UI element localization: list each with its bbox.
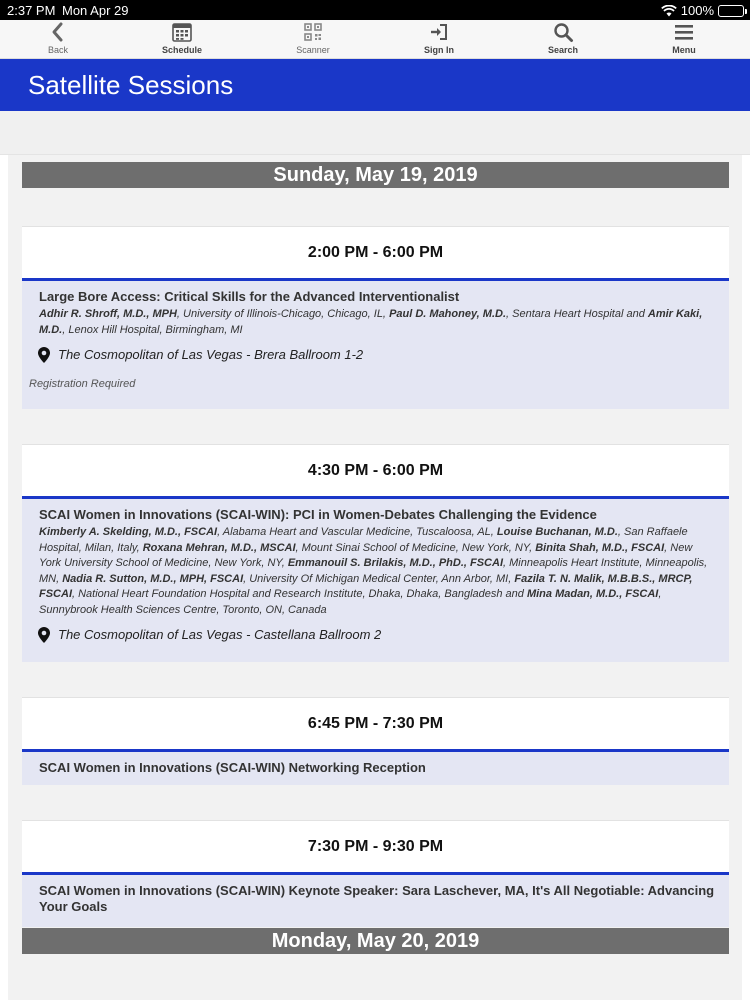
- sign-in-label: Sign In: [424, 45, 454, 55]
- session-card[interactable]: SCAI Women in Innovations (SCAI-WIN) Net…: [22, 749, 729, 785]
- scanner-label: Scanner: [296, 45, 330, 55]
- chevron-left-icon: [52, 22, 63, 42]
- session-speakers: Adhir R. Shroff, M.D., MPH, University o…: [22, 305, 729, 338]
- location-text: The Cosmopolitan of Las Vegas - Brera Ba…: [58, 347, 364, 362]
- session-card[interactable]: SCAI Women in Innovations (SCAI-WIN) Key…: [22, 872, 729, 927]
- speaker-name: Emmanouil S. Brilakis, M.D., PhD., FSCAI: [287, 557, 503, 569]
- status-time: 2:37 PM: [7, 3, 56, 18]
- location-text: The Cosmopolitan of Las Vegas - Castella…: [58, 627, 382, 642]
- sign-in-icon: [431, 24, 447, 40]
- calendar-icon: [172, 23, 192, 42]
- schedule-button[interactable]: Schedule: [142, 20, 222, 59]
- speaker-affiliation: , Lenox Hill Hospital, Birmingham, MI: [62, 323, 243, 336]
- battery-percent: 100%: [680, 3, 714, 18]
- qr-code-icon: [304, 23, 322, 41]
- session-speakers: Kimberly A. Skelding, M.D., FSCAI, Alaba…: [22, 523, 729, 618]
- session-location: The Cosmopolitan of Las Vegas - Castella…: [22, 627, 729, 643]
- map-pin-icon: [38, 347, 50, 363]
- sign-in-button[interactable]: Sign In: [399, 20, 479, 59]
- search-icon: [554, 23, 573, 42]
- time-slot-header: 2:00 PM - 6:00 PM: [22, 226, 729, 278]
- search-label: Search: [547, 45, 579, 55]
- speaker-name: Nadia R. Sutton, M.D., MPH, FSCAI: [62, 572, 244, 585]
- back-label: Back: [47, 45, 68, 55]
- schedule-label: Schedule: [161, 45, 202, 55]
- header-subbar: [0, 111, 750, 155]
- speaker-affiliation: , University of Illinois-Chicago, Chicag…: [176, 308, 390, 320]
- speaker-affiliation: , National Heart Foundation Hospital and…: [72, 588, 527, 600]
- speaker-affiliation: , Sentara Heart Hospital and: [506, 308, 648, 320]
- map-pin-icon: [38, 627, 50, 643]
- session-card[interactable]: Large Bore Access: Critical Skills for t…: [22, 278, 729, 409]
- status-bar: 2:37 PM Mon Apr 29 100%: [0, 0, 750, 20]
- toolbar: Back Schedule Scanner Sign In Search Men…: [0, 20, 750, 59]
- registration-note: Registration Required: [29, 378, 136, 390]
- speaker-affiliation: , University Of Michigan Medical Center,…: [243, 572, 515, 585]
- speaker-name: Kimberly A. Skelding, M.D., FSCAI: [39, 526, 218, 538]
- session-location: The Cosmopolitan of Las Vegas - Brera Ba…: [22, 347, 729, 363]
- speaker-name: Paul D. Mahoney, M.D.: [389, 308, 507, 320]
- speaker-name: Binita Shah, M.D., FSCAI: [535, 541, 665, 554]
- search-button[interactable]: Search: [523, 20, 603, 59]
- page-title: Satellite Sessions: [28, 70, 234, 100]
- scanner-button[interactable]: Scanner: [273, 20, 353, 59]
- time-slot-header: 7:30 PM - 9:30 PM: [22, 820, 729, 872]
- time-slot-header: 6:45 PM - 7:30 PM: [22, 697, 729, 749]
- session-title[interactable]: SCAI Women in Innovations (SCAI-WIN) Key…: [22, 875, 729, 915]
- page-header: Satellite Sessions: [0, 59, 750, 111]
- session-title[interactable]: Large Bore Access: Critical Skills for t…: [22, 281, 729, 305]
- speaker-name: Louise Buchanan, M.D.: [496, 526, 618, 538]
- status-date: Mon Apr 29: [62, 3, 129, 18]
- speaker-affiliation: , Mount Sinai School of Medicine, New Yo…: [295, 541, 536, 554]
- back-button[interactable]: Back: [18, 20, 98, 59]
- menu-button[interactable]: Menu: [644, 20, 724, 59]
- hamburger-menu-icon: [675, 25, 693, 40]
- session-card[interactable]: SCAI Women in Innovations (SCAI-WIN): PC…: [22, 496, 729, 662]
- day-header: Sunday, May 19, 2019: [22, 162, 729, 188]
- menu-label: Menu: [672, 45, 696, 55]
- speaker-name: Mina Madan, M.D., FSCAI: [526, 588, 659, 600]
- wifi-icon: [660, 4, 677, 16]
- day-header: Monday, May 20, 2019: [22, 928, 729, 954]
- time-slot-header: 4:30 PM - 6:00 PM: [22, 444, 729, 496]
- battery-icon: [718, 4, 747, 17]
- speaker-affiliation: , Alabama Heart and Vascular Medicine, T…: [217, 526, 497, 538]
- speaker-name: Roxana Mehran, M.D., MSCAI: [142, 541, 296, 554]
- session-title[interactable]: SCAI Women in Innovations (SCAI-WIN): PC…: [22, 499, 729, 523]
- status-right: 100%: [660, 3, 747, 18]
- session-title[interactable]: SCAI Women in Innovations (SCAI-WIN) Net…: [22, 752, 729, 776]
- speaker-name: Adhir R. Shroff, M.D., MPH: [39, 308, 177, 320]
